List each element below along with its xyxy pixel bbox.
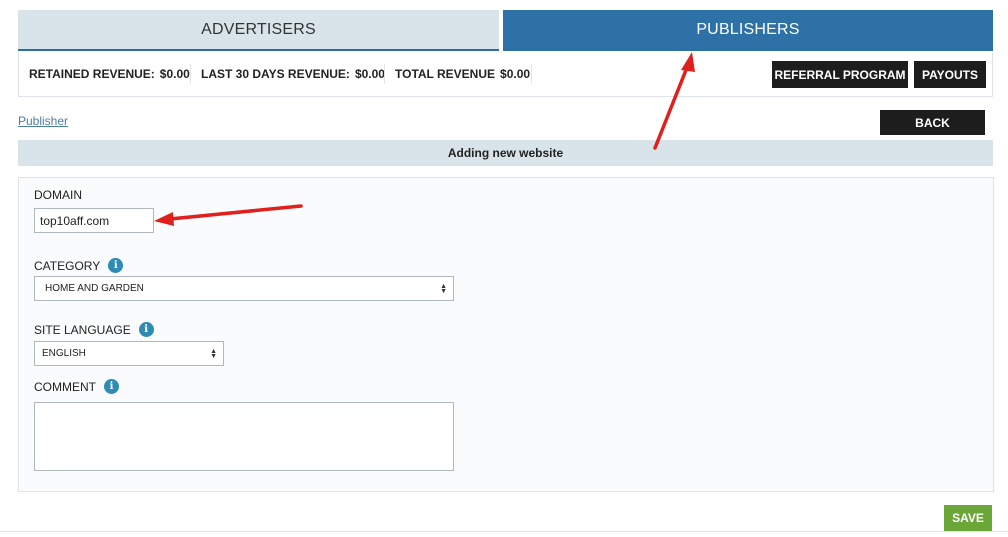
total-revenue: TOTAL REVENUE $0.00: [395, 52, 530, 96]
site-language-label-text: SITE LANGUAGE: [34, 322, 131, 337]
stat-divider: [190, 64, 191, 84]
info-icon[interactable]: i: [104, 379, 119, 394]
select-arrows-icon: ▲ ▼: [440, 282, 447, 295]
site-language-select[interactable]: ENGLISH ▲ ▼: [34, 341, 224, 366]
site-language-select-value: ENGLISH: [42, 348, 86, 359]
payouts-button[interactable]: PAYOUTS: [914, 61, 986, 88]
stat-divider: [531, 64, 532, 84]
add-website-form: DOMAIN top10aff.com CATEGORY i HOME AND …: [18, 177, 994, 492]
footer-divider: [0, 531, 1008, 532]
back-button[interactable]: BACK: [880, 110, 985, 135]
retained-revenue-label: RETAINED REVENUE:: [29, 67, 155, 81]
comment-textarea[interactable]: [34, 402, 454, 471]
info-icon[interactable]: i: [138, 322, 154, 337]
stat-divider: [384, 64, 385, 84]
save-button[interactable]: SAVE: [944, 505, 992, 531]
last-30-days-revenue-label: LAST 30 DAYS REVENUE:: [201, 67, 350, 81]
site-language-label: SITE LANGUAGE i: [34, 322, 154, 337]
domain-input[interactable]: top10aff.com: [34, 208, 154, 233]
tab-publishers[interactable]: PUBLISHERS: [503, 10, 993, 51]
comment-label: COMMENT i: [34, 379, 119, 394]
tab-advertisers[interactable]: ADVERTISERS: [18, 10, 499, 51]
category-label-text: CATEGORY: [34, 258, 101, 273]
category-select-value: HOME AND GARDEN: [45, 283, 144, 294]
domain-label: DOMAIN: [34, 188, 82, 202]
category-label: CATEGORY i: [34, 258, 124, 273]
main-tabs: ADVERTISERS PUBLISHERS: [18, 10, 993, 51]
total-revenue-value: $0.00: [500, 67, 531, 81]
retained-revenue-value: $0.00: [159, 67, 190, 81]
select-arrows-icon: ▲ ▼: [210, 347, 217, 360]
category-select[interactable]: HOME AND GARDEN ▲ ▼: [34, 276, 454, 301]
info-icon[interactable]: i: [108, 258, 124, 273]
section-title: Adding new website: [18, 140, 993, 166]
domain-label-text: DOMAIN: [34, 188, 82, 202]
breadcrumb-publisher[interactable]: Publisher: [18, 114, 68, 128]
total-revenue-label: TOTAL REVENUE: [395, 67, 496, 81]
referral-program-button[interactable]: REFERRAL PROGRAM: [772, 61, 908, 88]
revenue-stats-bar: RETAINED REVENUE: $0.00 LAST 30 DAYS REV…: [18, 52, 993, 97]
last-30-days-revenue-value: $0.00: [354, 67, 385, 81]
comment-label-text: COMMENT: [34, 379, 96, 394]
retained-revenue: RETAINED REVENUE: $0.00: [29, 52, 190, 96]
last-30-days-revenue: LAST 30 DAYS REVENUE: $0.00: [201, 52, 385, 96]
